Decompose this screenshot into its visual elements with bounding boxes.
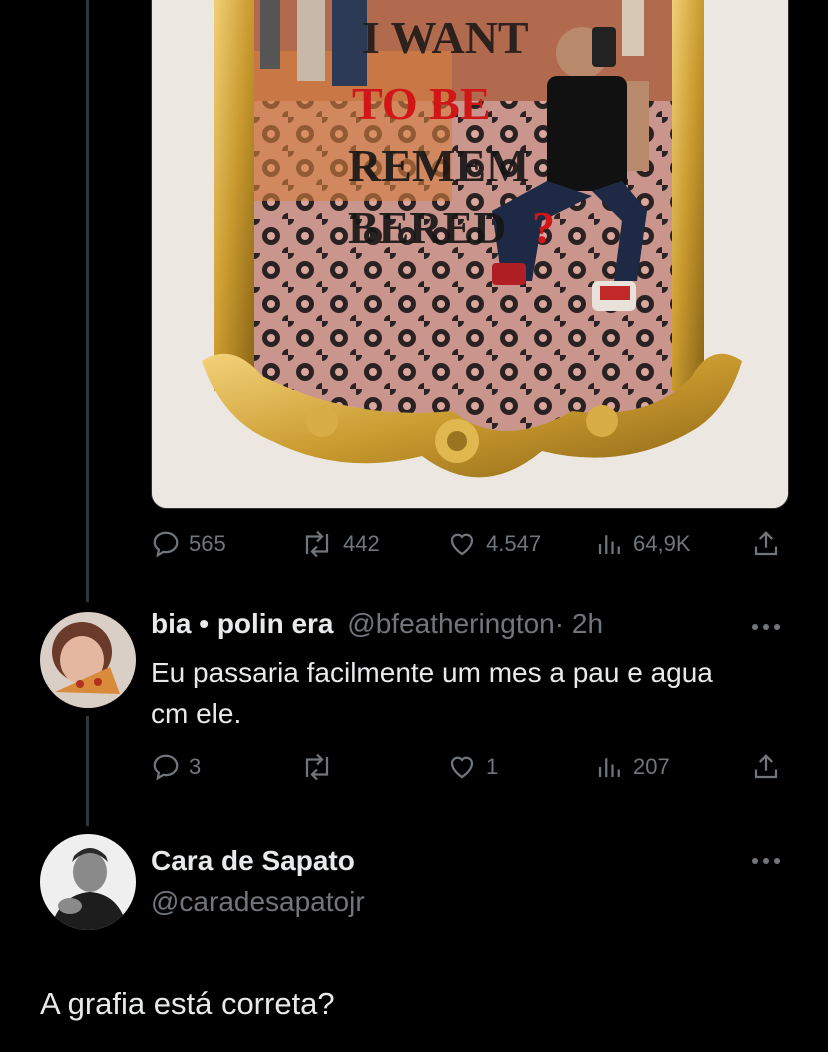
user-handle[interactable]: @bfeatherington xyxy=(347,608,554,639)
thread-line xyxy=(86,0,89,602)
more-icon xyxy=(752,858,780,864)
retweet-icon xyxy=(305,530,329,558)
retweet-count: 442 xyxy=(343,531,380,556)
more-options-button[interactable] xyxy=(746,846,786,876)
share-icon xyxy=(754,754,778,779)
tweet-actions: 565 442 4.547 64,9K xyxy=(151,524,791,564)
view-count: 64,9K xyxy=(633,531,691,556)
timestamp[interactable]: · 2h xyxy=(555,608,603,639)
share-icon xyxy=(754,531,778,556)
like-count: 4.547 xyxy=(486,531,542,556)
reply-icon xyxy=(153,531,179,558)
retweet-icon xyxy=(305,753,329,781)
reply-count: 3 xyxy=(189,754,202,779)
views-icon xyxy=(598,758,620,777)
share-button[interactable] xyxy=(751,747,781,787)
retweet-button[interactable]: 442 xyxy=(299,524,380,564)
reply-count: 565 xyxy=(189,531,226,556)
heart-icon xyxy=(450,756,474,779)
avatar[interactable] xyxy=(40,612,136,708)
reply-actions: 3 1 207 xyxy=(151,747,791,787)
reply-header: bia • polin era @bfeatherington· 2h xyxy=(151,608,603,640)
svg-text:I WANT: I WANT xyxy=(362,12,529,63)
svg-text:HOW DO: HOW DO xyxy=(362,0,559,1)
tweet-media-image[interactable]: HOW DO I WANT TO BE REMEM BERED ? xyxy=(151,0,789,509)
reply-text: Eu passaria facilmente um mes a pau e ag… xyxy=(151,657,713,729)
views-icon xyxy=(598,535,620,554)
user-avatar-image xyxy=(40,834,136,930)
like-button[interactable]: 1 xyxy=(446,747,498,787)
views-button[interactable]: 64,9K xyxy=(595,524,691,564)
reply-icon xyxy=(153,754,179,781)
tweet-text: A grafia está correta? xyxy=(40,986,335,1021)
svg-text:?: ? xyxy=(532,202,555,253)
like-button[interactable]: 4.547 xyxy=(446,524,541,564)
author-name[interactable]: Cara de Sapato xyxy=(151,845,355,877)
more-icon xyxy=(752,624,780,630)
svg-text:REMEM: REMEM xyxy=(348,140,529,191)
avatar[interactable] xyxy=(40,834,136,930)
more-options-button[interactable] xyxy=(746,612,786,642)
svg-text:TO BE: TO BE xyxy=(352,78,491,129)
reply-button[interactable]: 565 xyxy=(151,524,226,564)
user-avatar-image xyxy=(40,612,136,708)
view-count: 207 xyxy=(633,754,670,779)
author-handle[interactable]: @caradesapatojr xyxy=(151,886,365,918)
display-name[interactable]: bia • polin era xyxy=(151,608,334,639)
views-button[interactable]: 207 xyxy=(595,747,670,787)
share-button[interactable] xyxy=(751,524,781,564)
thread-line xyxy=(86,716,89,826)
like-count: 1 xyxy=(486,754,499,779)
reply-button[interactable]: 3 xyxy=(151,747,201,787)
mirror-selfie-image: HOW DO I WANT TO BE REMEM BERED ? xyxy=(152,0,788,508)
heart-icon xyxy=(450,533,474,556)
retweet-button[interactable] xyxy=(299,747,343,787)
svg-text:BERED: BERED xyxy=(348,202,506,253)
